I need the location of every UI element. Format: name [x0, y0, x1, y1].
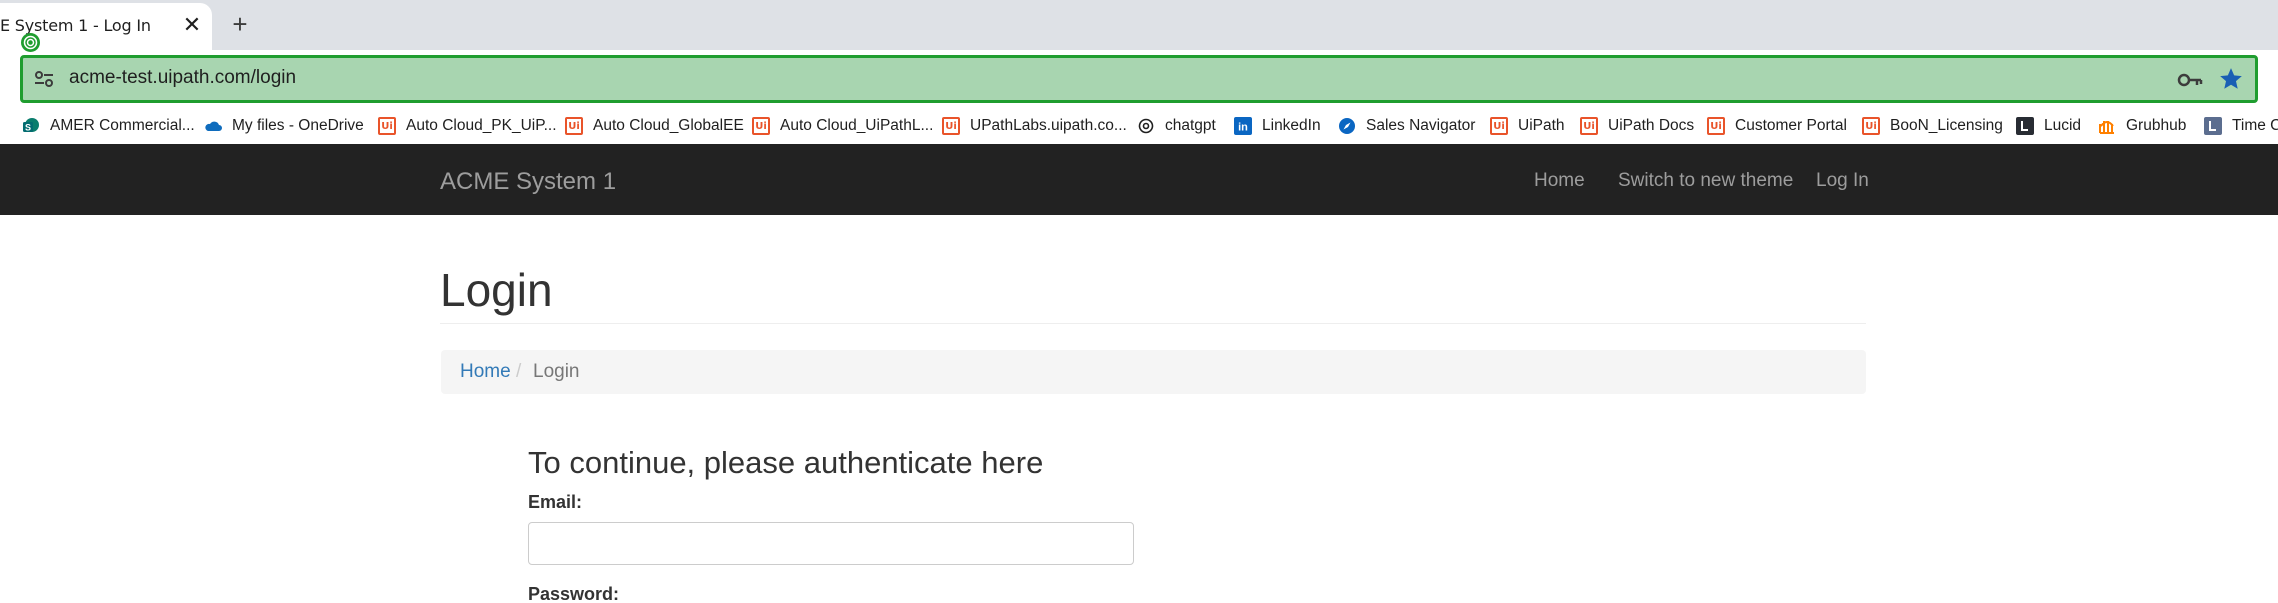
email-field[interactable]	[528, 522, 1134, 565]
bookmark-label: Sales Navigator	[1366, 117, 1476, 134]
bookmark-label: LinkedIn	[1262, 117, 1321, 134]
bookmark-upathlabs[interactable]: Ui UPathLabs.uipath.co...	[942, 114, 1127, 138]
password-key-icon[interactable]	[2177, 68, 2203, 92]
bookmark-amer-commercial[interactable]: S AMER Commercial...	[22, 114, 195, 138]
bookmark-chatgpt[interactable]: chatgpt	[1137, 114, 1216, 138]
linkedin-icon: in	[1234, 117, 1252, 135]
tab-strip	[0, 0, 2278, 50]
breadcrumb-home-link[interactable]: Home	[460, 361, 511, 383]
bookmark-customer-portal[interactable]: Ui Customer Portal	[1707, 114, 1847, 138]
grubhub-icon	[2098, 117, 2116, 135]
password-label: Password:	[528, 584, 620, 603]
svg-text:S: S	[25, 123, 31, 133]
svg-text:in: in	[1238, 122, 1248, 134]
title-divider	[440, 323, 1866, 324]
uipath-icon: Ui	[1707, 117, 1725, 135]
bookmark-label: AMER Commercial...	[50, 117, 195, 134]
bookmark-label: chatgpt	[1165, 117, 1216, 134]
lucid-icon	[2016, 117, 2034, 135]
nav-link-home[interactable]: Home	[1534, 170, 1585, 192]
bookmark-label: Auto Cloud_UiPathL...	[780, 117, 934, 134]
bookmark-sales-navigator[interactable]: Sales Navigator	[1338, 114, 1475, 138]
top-navbar	[0, 144, 2278, 215]
bookmark-label: UiPath Docs	[1608, 117, 1695, 134]
bookmark-boon-licensing[interactable]: Ui BooN_Licensing	[1862, 114, 2003, 138]
bookmark-label: Lucid	[2044, 117, 2082, 134]
bookmark-grubhub[interactable]: Grubhub	[2098, 114, 2186, 138]
bookmark-label: Auto Cloud_PK_UiP...	[406, 117, 557, 134]
uipath-icon: Ui	[1490, 117, 1508, 135]
bookmark-uipath[interactable]: Ui UiPath	[1490, 114, 1565, 138]
onedrive-icon	[204, 117, 222, 135]
bookmark-uipath-docs[interactable]: Ui UiPath Docs	[1580, 114, 1694, 138]
email-label: Email:	[528, 492, 583, 512]
bookmark-star-icon[interactable]	[2218, 66, 2244, 92]
nav-link-login[interactable]: Log In	[1816, 170, 1869, 192]
extension-target-icon	[21, 33, 40, 52]
url-text[interactable]: acme-test.uipath.com/login	[69, 67, 296, 89]
uipath-icon: Ui	[1862, 117, 1880, 135]
openai-icon	[1137, 117, 1155, 135]
bookmark-linkedin[interactable]: in LinkedIn	[1234, 114, 1321, 138]
login-form-heading: To continue, please authenticate here	[528, 445, 1044, 480]
sharepoint-icon: S	[22, 117, 40, 135]
bookmark-label: My files - OneDrive	[232, 117, 364, 134]
breadcrumb-current: Login	[533, 361, 580, 382]
uipath-icon: Ui	[942, 117, 960, 135]
address-bar[interactable]	[20, 55, 2258, 103]
breadcrumb-separator: /	[516, 361, 522, 382]
bookmark-lucid[interactable]: Lucid	[2016, 114, 2081, 138]
new-tab-button[interactable]: +	[226, 10, 254, 38]
bookmark-time[interactable]: Time C	[2204, 114, 2278, 138]
uipath-icon: Ui	[565, 117, 583, 135]
bookmark-auto-cloud-globalee[interactable]: Ui Auto Cloud_GlobalEE	[565, 114, 744, 138]
bookmark-label: UPathLabs.uipath.co...	[970, 117, 1127, 134]
time-icon	[2204, 117, 2222, 135]
compass-icon	[1338, 117, 1356, 135]
site-settings-icon[interactable]	[32, 68, 56, 90]
bookmark-auto-cloud-uipathl[interactable]: Ui Auto Cloud_UiPathL...	[752, 114, 933, 138]
bookmark-label: Auto Cloud_GlobalEE	[593, 117, 744, 134]
bookmark-label: BooN_Licensing	[1890, 117, 2003, 134]
bookmark-label: Customer Portal	[1735, 117, 1847, 134]
close-tab-icon[interactable]: ✕	[180, 13, 204, 37]
bookmark-label: Time C	[2232, 117, 2278, 134]
uipath-icon: Ui	[752, 117, 770, 135]
breadcrumb	[441, 350, 1866, 394]
bookmark-auto-cloud-pk[interactable]: Ui Auto Cloud_PK_UiP...	[378, 114, 557, 138]
nav-link-switch-theme[interactable]: Switch to new theme	[1618, 170, 1793, 192]
bookmark-onedrive[interactable]: My files - OneDrive	[204, 114, 364, 138]
uipath-icon: Ui	[378, 117, 396, 135]
bookmark-label: UiPath	[1518, 117, 1565, 134]
navbar-brand[interactable]: ACME System 1	[440, 168, 616, 196]
bookmark-label: Grubhub	[2126, 117, 2187, 134]
uipath-icon: Ui	[1580, 117, 1598, 135]
page-title: Login	[440, 264, 553, 316]
